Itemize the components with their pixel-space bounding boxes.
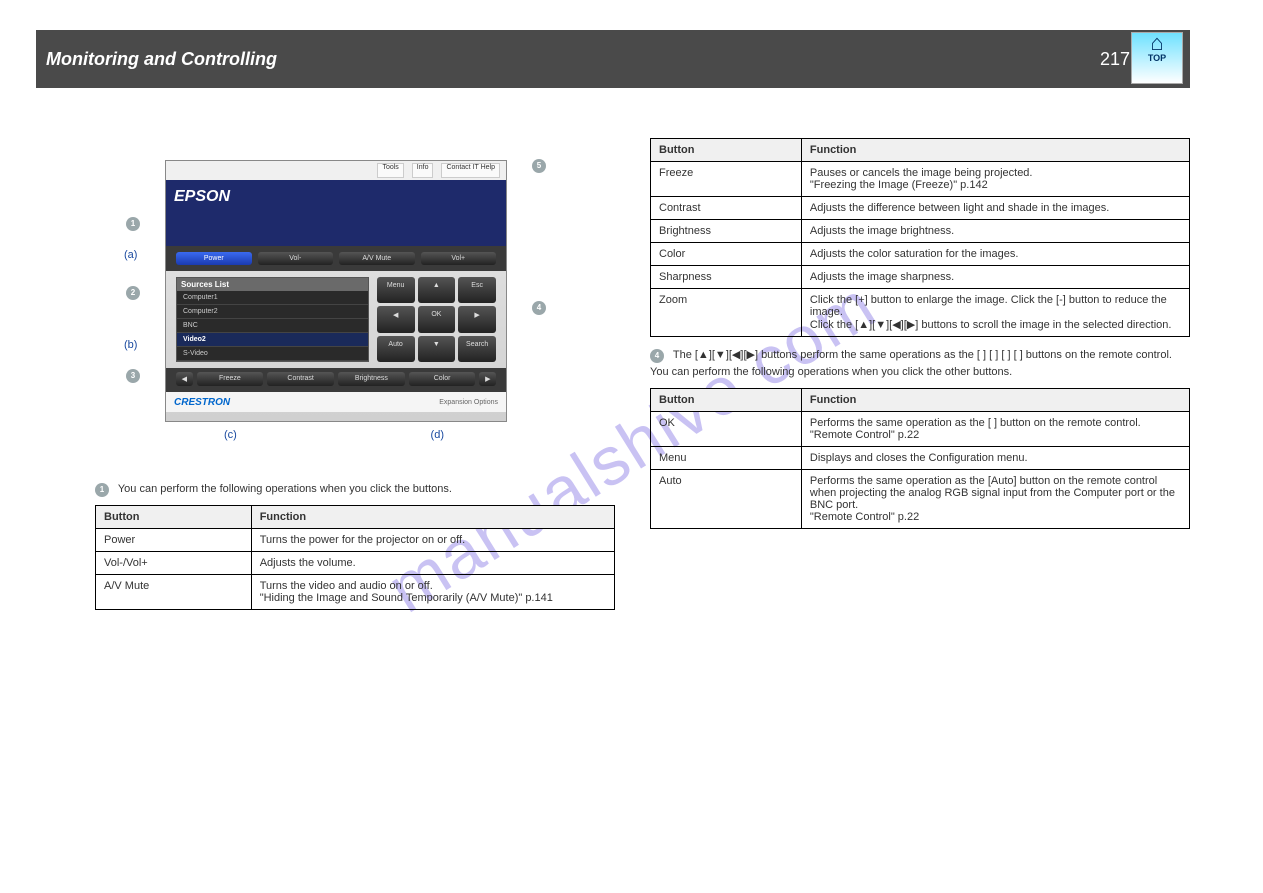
table-section-1: Button Function Power Turns the power fo… xyxy=(95,505,615,610)
table-row: Power Turns the power for the projector … xyxy=(96,529,615,552)
source-computer2[interactable]: Computer2 xyxy=(177,305,368,319)
remote-pad: Menu ▲ Esc ◀ OK ▶ Auto ▼ Search xyxy=(377,277,496,362)
callout-c: (c) xyxy=(224,429,237,441)
brand-banner: EPSON xyxy=(166,180,506,246)
brightness-button[interactable]: Brightness xyxy=(338,372,405,386)
av-mute-button[interactable]: A/V Mute xyxy=(339,252,415,265)
crestron-logo: CRESTRON xyxy=(174,397,230,408)
topbar-tools[interactable]: Tools xyxy=(377,163,403,178)
scroll-right-icon[interactable]: ▶ xyxy=(479,372,496,386)
top-button[interactable]: ⌂ TOP xyxy=(1131,32,1183,84)
ui-screenshot: 1 2 3 4 5 (a) (b) (c) (d) Tools Info Con… xyxy=(165,160,507,422)
button-row-1: Power Vol- A/V Mute Vol+ xyxy=(166,246,506,271)
callout-a: (a) xyxy=(124,249,137,261)
table-section-4: Button Function FreezePauses or cancels … xyxy=(650,138,1190,337)
section-5-icon: 4 xyxy=(650,349,664,363)
table-row: ZoomClick the [+] button to enlarge the … xyxy=(651,289,1190,337)
table-row: MenuDisplays and closes the Configuratio… xyxy=(651,447,1190,470)
right-button[interactable]: ▶ xyxy=(458,306,496,333)
table5-header-button: Button xyxy=(651,389,802,412)
table4-header-function: Function xyxy=(801,139,1189,162)
table-row: SharpnessAdjusts the image sharpness. xyxy=(651,266,1190,289)
table-row: OKPerforms the same operation as the [ ]… xyxy=(651,412,1190,447)
callout-d: (d) xyxy=(431,429,444,441)
topbar-contact[interactable]: Contact IT Help xyxy=(441,163,500,178)
freeze-button[interactable]: Freeze xyxy=(197,372,264,386)
home-icon: ⌂ xyxy=(1132,33,1182,53)
power-button[interactable]: Power xyxy=(176,252,252,265)
ok-button[interactable]: OK xyxy=(418,306,456,333)
table-section-5: Button Function OKPerforms the same oper… xyxy=(650,388,1190,529)
source-bnc[interactable]: BNC xyxy=(177,319,368,333)
table-row: AutoPerforms the same operation as the [… xyxy=(651,470,1190,529)
table-row: A/V Mute Turns the video and audio on or… xyxy=(96,575,615,610)
table-row: Vol-/Vol+ Adjusts the volume. xyxy=(96,552,615,575)
ui-footer: CRESTRON Expansion Options xyxy=(166,392,506,412)
callout-4: 4 xyxy=(532,301,546,315)
ui-topbar: Tools Info Contact IT Help xyxy=(166,161,506,180)
scroll-left-icon[interactable]: ◀ xyxy=(176,372,193,386)
table-row: ColorAdjusts the color saturation for th… xyxy=(651,243,1190,266)
color-button[interactable]: Color xyxy=(409,372,476,386)
contrast-button[interactable]: Contrast xyxy=(267,372,334,386)
vol-up-button[interactable]: Vol+ xyxy=(421,252,497,265)
section-1-icon: 1 xyxy=(95,483,109,497)
table-row: BrightnessAdjusts the image brightness. xyxy=(651,220,1190,243)
source-svideo[interactable]: S-Video xyxy=(177,347,368,361)
vol-down-button[interactable]: Vol- xyxy=(258,252,334,265)
table4-header-button: Button xyxy=(651,139,802,162)
menu-button[interactable]: Menu xyxy=(377,277,415,303)
section-1-intro: You can perform the following operations… xyxy=(118,483,452,495)
callout-1: 1 xyxy=(126,217,140,231)
section-5-text: The [▲][▼][◀][▶] buttons perform the sam… xyxy=(650,349,1172,378)
callout-5: 5 xyxy=(532,159,546,173)
callout-2: 2 xyxy=(126,286,140,300)
left-button[interactable]: ◀ xyxy=(377,306,415,333)
top-icon-label: TOP xyxy=(1132,53,1182,63)
sources-list: Sources List Computer1 Computer2 BNC Vid… xyxy=(176,277,369,362)
bottom-button-row: ◀ Freeze Contrast Brightness Color ▶ xyxy=(166,368,506,392)
expansion-options[interactable]: Expansion Options xyxy=(439,399,498,406)
topbar-info[interactable]: Info xyxy=(412,163,434,178)
callout-b: (b) xyxy=(124,339,137,351)
page-header: Monitoring and Controlling 217 xyxy=(36,30,1190,88)
callout-3: 3 xyxy=(126,369,140,383)
source-computer1[interactable]: Computer1 xyxy=(177,291,368,305)
table5-header-function: Function xyxy=(801,389,1189,412)
table-row: FreezePauses or cancels the image being … xyxy=(651,162,1190,197)
sources-title: Sources List xyxy=(177,278,368,291)
up-button[interactable]: ▲ xyxy=(418,277,456,303)
table1-header-function: Function xyxy=(251,506,614,529)
table1-header-button: Button xyxy=(96,506,252,529)
source-video2[interactable]: Video2 xyxy=(177,333,368,347)
esc-button[interactable]: Esc xyxy=(458,277,496,303)
header-title: Monitoring and Controlling xyxy=(36,49,277,70)
table-row: ContrastAdjusts the difference between l… xyxy=(651,197,1190,220)
auto-button[interactable]: Auto xyxy=(377,336,415,362)
down-button[interactable]: ▼ xyxy=(418,336,456,362)
search-button[interactable]: Search xyxy=(458,336,496,362)
